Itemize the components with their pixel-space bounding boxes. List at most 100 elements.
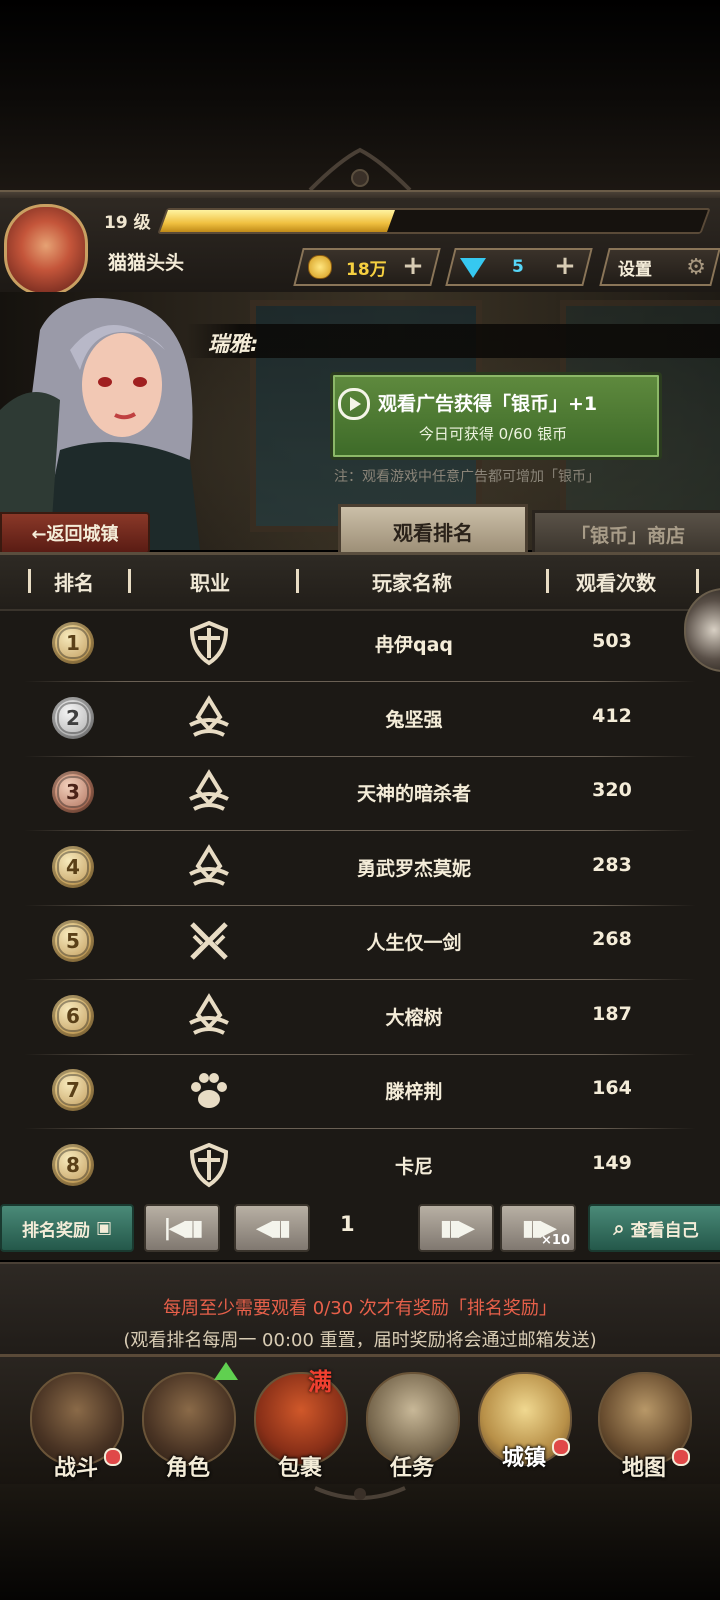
table-row[interactable]: 7 滕梓荆 164 — [0, 1053, 700, 1129]
rank-number: 3 — [57, 776, 89, 808]
add-gold-button[interactable]: + — [400, 251, 426, 281]
arrow-crest-icon — [186, 992, 232, 1039]
ranking-reward-button[interactable]: 排名奖励 ▣ — [0, 1204, 134, 1252]
table-row[interactable]: 8 卡尼 149 — [0, 1128, 700, 1204]
npc-dialog-bar — [186, 324, 720, 358]
ad-note: 注：观看游戏中任意广告都可增加「银币」 — [334, 469, 600, 485]
arrow-crest-icon — [186, 843, 232, 890]
watch-count-cell: 412 — [592, 704, 632, 727]
nav-bag[interactable]: 满 包裹 — [244, 1362, 356, 1482]
x10-label: ×10 — [541, 1233, 570, 1248]
rank-medal: 3 — [52, 771, 94, 813]
watch-ad-subtitle: 今日可获得 0/60 银币 — [418, 425, 568, 443]
arrow-crest-icon — [186, 694, 232, 741]
gold-counter: 18万 + — [293, 248, 441, 286]
rank-number: 8 — [57, 1148, 89, 1181]
player-name-cell: 人生仅一剑 — [366, 932, 462, 954]
gold-coin-icon — [308, 255, 332, 279]
watch-ad-button[interactable] — [330, 372, 662, 460]
player-name-cell: 大榕树 — [385, 1006, 443, 1029]
gem-counter: 5 + — [445, 248, 593, 286]
table-row[interactable]: 4 勇武罗杰莫妮 283 — [0, 830, 700, 906]
nav-battle[interactable]: 战斗 — [20, 1362, 132, 1482]
reset-note-text: (观看排名每周一 00:00 重置，届时奖励将会通过邮箱发送) — [123, 1330, 597, 1351]
table-row[interactable]: 6 大榕树 187 — [0, 979, 700, 1055]
bottom-ornament — [314, 1486, 406, 1500]
player-name: 猫猫头头 — [108, 252, 185, 274]
notification-dot — [104, 1448, 122, 1466]
rank-medal: 1 — [52, 622, 94, 664]
player-name-cell: 卡尼 — [394, 1155, 433, 1178]
find-self-label: 查看自己 — [630, 1220, 699, 1241]
paw-icon — [186, 1067, 232, 1113]
player-name-cell: 兔坚强 — [385, 708, 443, 731]
header-rank: 排名 — [54, 571, 94, 595]
nav-character-label: 角色 — [165, 1456, 210, 1481]
rank-medal: 6 — [52, 994, 94, 1037]
next-page-button[interactable]: ▮▮▶ — [418, 1204, 494, 1252]
next-10-pages-button[interactable]: ▮▮▶ ×10 — [500, 1204, 576, 1252]
bag-full-badge: 满 — [308, 1368, 332, 1396]
watch-count-cell: 149 — [592, 1151, 632, 1174]
table-row[interactable]: 1 冉伊qaq 503 — [0, 606, 700, 682]
prev-page-button[interactable]: ◀▮▮ — [234, 1204, 310, 1252]
npc-name: 瑞雅: — [208, 332, 259, 356]
gold-amount: 18万 — [346, 259, 387, 280]
notification-dot — [552, 1438, 570, 1456]
rank-number: 2 — [57, 701, 89, 734]
notification-dot — [672, 1448, 690, 1466]
watch-count-cell: 283 — [592, 853, 632, 876]
search-icon: ⌕ — [613, 1216, 625, 1240]
player-name-cell: 天神的暗杀者 — [356, 783, 471, 805]
watch-count-cell: 503 — [592, 630, 632, 652]
nav-character[interactable]: 角色 — [132, 1362, 244, 1482]
nav-quest[interactable]: 任务 — [356, 1362, 468, 1482]
rank-number: 1 — [57, 627, 89, 659]
table-row[interactable]: 2 兔坚强 412 — [0, 681, 700, 757]
player-level: 19 级 — [104, 213, 151, 233]
diamond-icon — [460, 258, 486, 278]
nav-town[interactable]: 城镇 — [468, 1362, 580, 1482]
tab-watch-ranking[interactable]: 观看排名 — [338, 504, 528, 555]
rank-medal: 5 — [52, 920, 94, 962]
player-name-cell: 滕梓荆 — [385, 1081, 443, 1103]
xp-bar — [157, 208, 711, 234]
upgrade-arrow-icon — [214, 1362, 238, 1380]
reward-requirement-text: 每周至少需要观看 0/30 次才有奖励「排名奖励」 — [163, 1298, 557, 1319]
page-number: 1 — [340, 1212, 355, 1236]
rank-number: 6 — [57, 999, 89, 1032]
crossed-swords-icon — [186, 918, 232, 964]
header-job: 职业 — [190, 571, 230, 595]
add-gem-button[interactable]: + — [552, 251, 578, 281]
find-self-button[interactable]: ⌕ 查看自己 — [588, 1204, 720, 1252]
rank-medal: 4 — [52, 845, 94, 888]
left-arrow-icon: ◀▮▮ — [255, 1215, 291, 1241]
header-watch-count: 观看次数 — [576, 571, 656, 595]
rank-medal: 8 — [52, 1143, 94, 1186]
tab-silver-shop[interactable]: 「银币」商店 — [532, 510, 720, 555]
rank-medal: 2 — [52, 696, 94, 739]
table-row[interactable]: 5 人生仅一剑 268 — [0, 904, 700, 980]
xp-bar-fill — [159, 210, 395, 232]
reward-chest-icon: ▣ — [95, 1218, 113, 1238]
table-row[interactable]: 3 天神的暗杀者 320 — [0, 755, 700, 831]
right-arrow-icon: ▮▮▶ — [439, 1215, 475, 1241]
watch-ad-title: 观看广告获得「银币」+1 — [378, 393, 598, 415]
rank-number: 5 — [57, 925, 89, 957]
watch-count-cell: 164 — [592, 1077, 632, 1099]
player-avatar[interactable] — [4, 204, 88, 296]
watch-count-cell: 320 — [592, 779, 632, 801]
table-header: 排名 职业 玩家名称 观看次数 — [0, 552, 720, 611]
shield-cross-icon — [186, 620, 232, 666]
rank-number: 4 — [57, 850, 89, 883]
settings-button[interactable]: 设置 ⚙ — [599, 248, 720, 286]
rank-medal: 7 — [52, 1069, 94, 1111]
watch-count-cell: 268 — [592, 928, 632, 950]
first-page-button[interactable]: |◀▮▮ — [144, 1204, 220, 1252]
back-to-town-button[interactable]: ←返回城镇 — [0, 512, 150, 554]
watch-count-cell: 187 — [592, 1002, 632, 1025]
settings-label: 设置 — [618, 259, 652, 280]
gem-amount: 5 — [512, 257, 524, 277]
nav-map[interactable]: 地图 — [588, 1362, 700, 1482]
player-name-cell: 冉伊qaq — [374, 634, 454, 656]
